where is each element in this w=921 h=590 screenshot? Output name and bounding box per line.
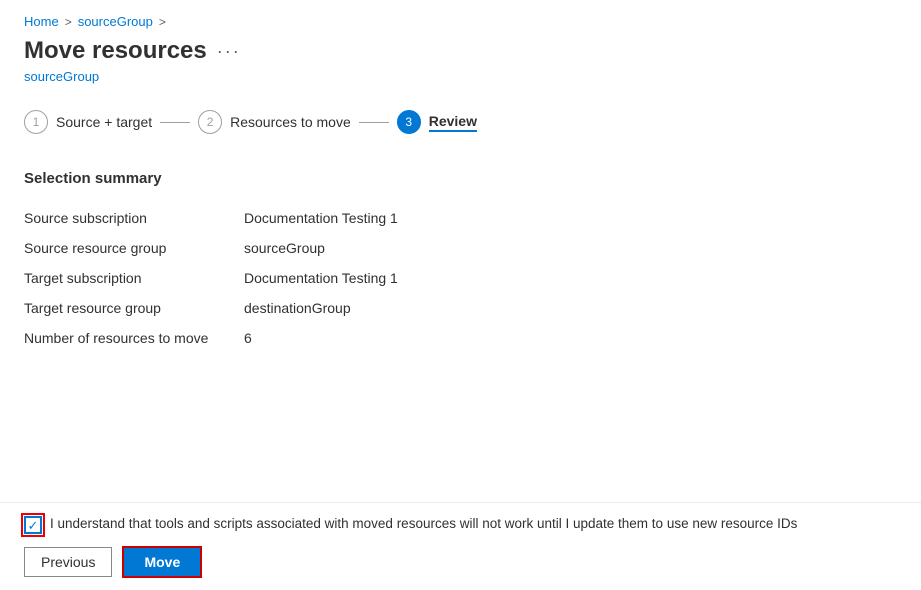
- step-2-label: Resources to move: [230, 114, 351, 130]
- breadcrumb: Home > sourceGroup >: [0, 0, 921, 33]
- step-2[interactable]: 2 Resources to move: [198, 110, 351, 134]
- summary-value: sourceGroup: [244, 233, 897, 263]
- page-subtitle: sourceGroup: [0, 67, 921, 100]
- step-2-circle: 2: [198, 110, 222, 134]
- breadcrumb-sep-1: >: [65, 15, 72, 29]
- wizard-steps: 1 Source + target 2 Resources to move 3 …: [0, 100, 921, 154]
- footer: ✓ I understand that tools and scripts as…: [0, 502, 921, 590]
- summary-value: Documentation Testing 1: [244, 263, 897, 293]
- button-row: Previous Move: [24, 546, 897, 578]
- summary-label: Target resource group: [24, 293, 244, 323]
- step-divider-2: [359, 122, 389, 123]
- step-1-label: Source + target: [56, 114, 152, 130]
- summary-label: Source resource group: [24, 233, 244, 263]
- summary-value: Documentation Testing 1: [244, 203, 897, 233]
- acknowledgment-checkbox[interactable]: ✓: [24, 516, 42, 534]
- section-title: Selection summary: [24, 170, 897, 187]
- acknowledgment-text: I understand that tools and scripts asso…: [50, 515, 797, 534]
- main-content: Selection summary Source subscriptionDoc…: [0, 154, 921, 369]
- summary-value: 6: [244, 323, 897, 353]
- previous-button[interactable]: Previous: [24, 547, 112, 577]
- summary-value: destinationGroup: [244, 293, 897, 323]
- step-3-label: Review: [429, 113, 477, 132]
- acknowledgment-row: ✓ I understand that tools and scripts as…: [24, 515, 897, 534]
- move-button[interactable]: Move: [122, 546, 202, 578]
- step-1[interactable]: 1 Source + target: [24, 110, 152, 134]
- more-options-icon[interactable]: ···: [217, 41, 241, 62]
- summary-label: Source subscription: [24, 203, 244, 233]
- step-1-circle: 1: [24, 110, 48, 134]
- summary-table: Source subscriptionDocumentation Testing…: [24, 203, 897, 353]
- summary-label: Number of resources to move: [24, 323, 244, 353]
- breadcrumb-home[interactable]: Home: [24, 14, 59, 29]
- breadcrumb-group[interactable]: sourceGroup: [78, 14, 153, 29]
- summary-label: Target subscription: [24, 263, 244, 293]
- step-divider-1: [160, 122, 190, 123]
- step-3[interactable]: 3 Review: [397, 110, 477, 134]
- breadcrumb-sep-2: >: [159, 15, 166, 29]
- page-header: Move resources ···: [0, 33, 921, 67]
- page-title: Move resources: [24, 37, 207, 65]
- step-3-circle: 3: [397, 110, 421, 134]
- checkbox-check-icon: ✓: [28, 519, 39, 532]
